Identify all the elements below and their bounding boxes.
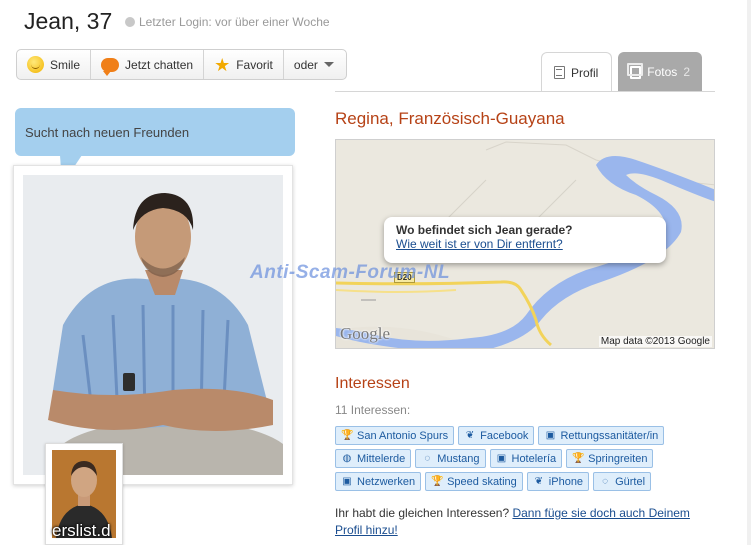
interest-tag[interactable]: ◌ Gürtel: [593, 472, 652, 491]
interest-tag[interactable]: ❦ iPhone: [526, 472, 590, 491]
status-bubble: Sucht nach neuen Freunden: [15, 108, 295, 156]
interest-tag[interactable]: 🏆 Speed skating: [425, 472, 523, 491]
document-icon: [554, 66, 565, 79]
interest-tag[interactable]: ▣ Hotelería: [489, 449, 563, 468]
interest-tag[interactable]: ◌ Mustang: [415, 449, 486, 468]
page-edge: [747, 0, 751, 545]
more-label: oder: [293, 57, 318, 72]
interest-tags: 🏆 San Antonio Spurs ❦ Facebook ▣ Rettungssani…: [335, 426, 715, 495]
profile-photo-image: [23, 175, 283, 475]
leaf-icon: ❦: [534, 476, 543, 487]
tab-divider: [335, 91, 715, 92]
add-interests-prompt: Ihr habt die gleichen Interessen? Dann f…: [335, 505, 695, 539]
smile-button[interactable]: Smile: [17, 50, 92, 79]
briefcase-icon: ▣: [342, 476, 352, 487]
ring-icon: ◌: [424, 453, 431, 464]
main-profile-photo[interactable]: [13, 165, 293, 485]
interests-count: 11 Interessen:: [335, 403, 411, 417]
location-map[interactable]: D20 Wo befindet sich Jean gerade? Wie we…: [335, 139, 715, 349]
interest-tag-label: Facebook: [480, 429, 529, 442]
briefcase-icon: ▣: [545, 430, 556, 441]
interest-tag-label: Gürtel: [615, 475, 646, 488]
interest-tag-label: San Antonio Spurs: [357, 429, 449, 442]
interest-tag-label: iPhone: [548, 475, 584, 488]
interest-tag[interactable]: 🏆 San Antonio Spurs: [335, 426, 455, 445]
interest-row: ◍ Mittelerde ◌ Mustang ▣ Hotelería 🏆 Springreit…: [335, 449, 715, 468]
interest-tag-label: Mittelerde: [357, 452, 406, 465]
interest-row: 🏆 San Antonio Spurs ❦ Facebook ▣ Rettungssani…: [335, 426, 715, 445]
interest-tag-label: Speed skating: [447, 475, 517, 488]
globe-icon: ◍: [342, 453, 352, 464]
tab-photos[interactable]: Fotos 2: [618, 52, 702, 92]
favorite-button[interactable]: ★ Favorit: [204, 50, 284, 79]
interest-row: ▣ Netzwerken 🏆 Speed skating ❦ iPhone ◌ Gürtel: [335, 472, 715, 491]
action-bar: Smile Jetzt chatten ★ Favorit oder: [16, 49, 347, 80]
smile-icon: [27, 56, 44, 73]
more-dropdown[interactable]: oder: [284, 50, 344, 79]
online-status-dot-icon: [125, 17, 135, 27]
chat-button[interactable]: Jetzt chatten: [91, 50, 205, 79]
interests-title: Interessen: [335, 375, 410, 392]
favorite-label: Favorit: [236, 57, 273, 72]
map-popup: Wo befindet sich Jean gerade? Wie weit i…: [384, 217, 666, 263]
trophy-icon: 🏆: [572, 453, 585, 464]
interest-tag[interactable]: ◍ Mittelerde: [335, 449, 412, 468]
interest-tag[interactable]: ▣ Netzwerken: [335, 472, 422, 491]
watermark-text: Anti-Scam-Forum-NL: [250, 262, 451, 283]
tab-photos-label: Fotos: [647, 65, 678, 79]
interest-tag[interactable]: ▣ Rettungssanitäter/in: [538, 426, 665, 445]
interest-tag[interactable]: 🏆 Springreiten: [566, 449, 654, 468]
interest-tag-label: Rettungssanitäter/in: [560, 429, 659, 442]
star-icon: ★: [214, 54, 231, 75]
location-heading: Regina, Französisch-Guayana: [335, 109, 565, 128]
tab-photos-count: 2: [683, 65, 690, 79]
interest-tag-label: Hotelería: [511, 452, 557, 465]
photos-icon: [626, 62, 644, 79]
chat-bubble-icon: [101, 57, 120, 76]
last-login-text: Letzter Login: vor über einer Woche: [139, 15, 330, 29]
leaf-icon: ❦: [465, 430, 475, 441]
profile-name: Jean, 37: [24, 8, 113, 34]
tab-profile[interactable]: Profil: [541, 52, 612, 92]
google-logo: Google: [340, 324, 391, 343]
add-interests-question: Ihr habt die gleichen Interessen?: [335, 506, 510, 520]
man-portrait-illustration: [23, 175, 283, 475]
chat-label: Jetzt chatten: [125, 57, 194, 72]
map-attribution: Map data ©2013 Google: [598, 336, 712, 347]
interest-tag[interactable]: ❦ Facebook: [458, 426, 535, 445]
trophy-icon: 🏆: [431, 476, 444, 487]
interest-tag-label: Netzwerken: [357, 475, 416, 488]
map-popup-title: Wo befindet sich Jean gerade?: [396, 223, 573, 237]
distance-link[interactable]: Wie weit ist er von Dir entfernt?: [396, 237, 654, 251]
thumbnail-watermark-text: erslist.d: [52, 521, 111, 540]
chevron-down-icon: [323, 62, 334, 67]
smile-label: Smile: [50, 57, 81, 72]
interest-tag-label: Springreiten: [588, 452, 648, 465]
briefcase-icon: ▣: [496, 453, 507, 464]
ring-icon: ◌: [602, 476, 609, 487]
interest-tag-label: Mustang: [437, 452, 480, 465]
trophy-icon: 🏆: [341, 430, 354, 441]
tab-profile-label: Profil: [571, 65, 599, 80]
